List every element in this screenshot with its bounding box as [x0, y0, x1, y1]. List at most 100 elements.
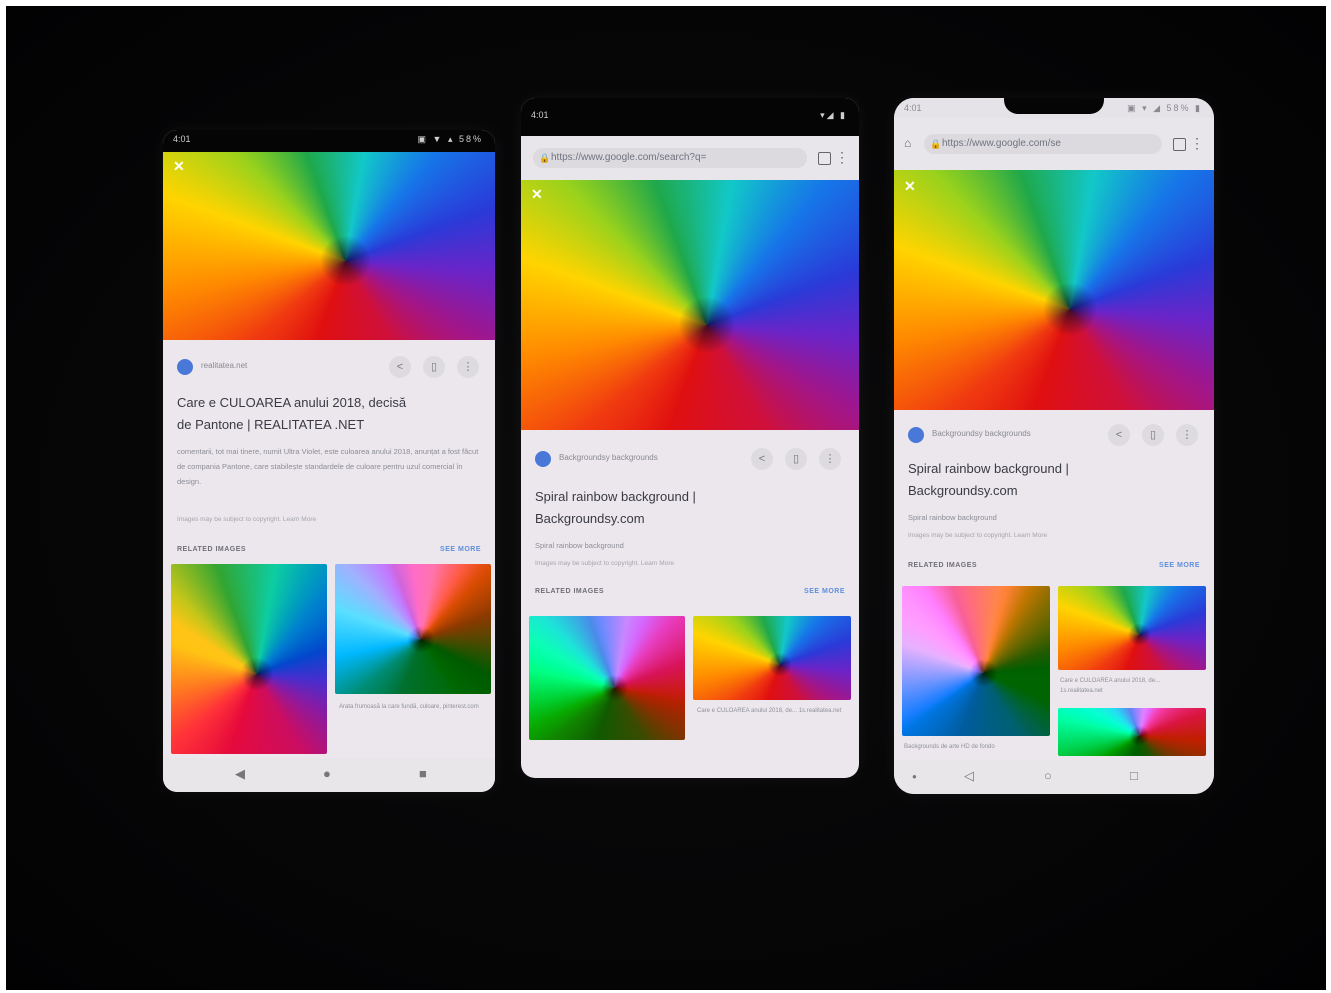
- status-bar: 4:01 ▣ ▼ ▴ 58%: [163, 130, 495, 152]
- source-logo-icon: [908, 427, 924, 443]
- bookmark-icon[interactable]: ▯: [1142, 424, 1164, 446]
- related-thumb-1[interactable]: [171, 564, 327, 754]
- result-title[interactable]: Care e CULOAREA anului 2018, decisă de P…: [177, 392, 483, 436]
- status-time: 4:01: [173, 134, 191, 144]
- bookmark-icon[interactable]: ▯: [423, 356, 445, 378]
- result-description: comentarii, tot mai tinere, numit Ultra …: [177, 447, 479, 486]
- source-name: Backgroundsy backgrounds: [932, 429, 1031, 438]
- close-icon[interactable]: ✕: [904, 178, 916, 195]
- browser-menu-icon[interactable]: ⋮: [1190, 135, 1204, 152]
- rainbow-spiral-image: [521, 180, 859, 430]
- url-text: https://www.google.com/search?q=: [551, 152, 707, 163]
- phone-right: 4:01 ▣ ▾ ◢ 58% ▮ ⌂ 🔒 https://www.google.…: [894, 98, 1214, 794]
- tabs-icon[interactable]: [818, 152, 831, 165]
- title-line-1: Care e CULOAREA anului 2018, decisă: [177, 395, 407, 410]
- more-options-icon[interactable]: ⋮: [1176, 424, 1198, 446]
- thumb-image: [902, 586, 1050, 736]
- title-line-1: Spiral rainbow background |: [908, 461, 1069, 476]
- share-icon[interactable]: <: [389, 356, 411, 378]
- image-info-card: Backgroundsy backgrounds < ▯ ⋮ Spiral ra…: [894, 410, 1214, 760]
- status-icons: ▣ ▾ ◢ 58% ▮: [1127, 103, 1202, 113]
- dark-photo-background: 4:01 ▣ ▼ ▴ 58% ✕ realitatea.net < ▯ ⋮ Ca…: [6, 6, 1326, 990]
- source-row: Backgroundsy backgrounds < ▯ ⋮: [908, 424, 1204, 446]
- related-thumb-2[interactable]: [1058, 586, 1206, 670]
- browser-url-bar: ⌂ 🔒 https://www.google.com/se ⋮: [894, 118, 1214, 171]
- result-title[interactable]: Spiral rainbow background | Backgroundsy…: [908, 458, 1202, 502]
- image-info-card: Backgroundsy backgrounds < ▯ ⋮ Spiral ra…: [521, 430, 859, 778]
- source-name: Backgroundsy backgrounds: [559, 453, 658, 462]
- lock-icon: 🔒: [539, 153, 551, 163]
- result-title[interactable]: Spiral rainbow background | Backgroundsy…: [535, 486, 847, 530]
- close-icon[interactable]: ✕: [173, 158, 185, 175]
- url-text: https://www.google.com/se: [942, 138, 1061, 149]
- url-field[interactable]: 🔒 https://www.google.com/search?q=: [533, 148, 807, 168]
- see-more-link[interactable]: SEE MORE: [440, 546, 481, 553]
- thumb-image: [1058, 708, 1206, 756]
- copyright-notice: Images may be subject to copyright. Lear…: [535, 560, 675, 567]
- see-more-link[interactable]: SEE MORE: [1159, 562, 1200, 569]
- thumb-caption: Care e CULOAREA anului 2018, de... 1s.re…: [1060, 678, 1161, 694]
- share-icon[interactable]: <: [1108, 424, 1130, 446]
- status-time: 4:01: [904, 103, 922, 113]
- title-line-2: Backgroundsy.com: [535, 511, 645, 526]
- title-line-2: Backgroundsy.com: [908, 483, 1018, 498]
- image-info-card: realitatea.net < ▯ ⋮ Care e CULOAREA anu…: [163, 340, 495, 758]
- more-options-icon[interactable]: ⋮: [819, 448, 841, 470]
- thumb-image: [1058, 586, 1206, 670]
- android-nav-bar: ● ◁ ○ □: [894, 760, 1214, 794]
- back-icon[interactable]: ◀: [235, 766, 245, 782]
- share-icon[interactable]: <: [751, 448, 773, 470]
- source-name: realitatea.net: [201, 361, 248, 370]
- android-nav-bar: ◀ ● ■: [163, 758, 495, 792]
- display-notch: [1004, 98, 1104, 114]
- browser-url-bar: 🔒 https://www.google.com/search?q= ⋮: [521, 136, 859, 181]
- related-images-label: RELATED IMAGES: [535, 588, 605, 595]
- hero-image[interactable]: ✕: [163, 152, 495, 340]
- copyright-notice: Images may be subject to copyright. Lear…: [908, 532, 1048, 539]
- lock-icon: 🔒: [930, 139, 942, 149]
- recents-icon[interactable]: ■: [419, 766, 427, 781]
- hero-image[interactable]: ✕: [521, 180, 859, 430]
- related-thumb-1[interactable]: [902, 586, 1050, 736]
- related-thumb-3[interactable]: [1058, 708, 1206, 756]
- see-more-link[interactable]: SEE MORE: [804, 588, 845, 595]
- rainbow-spiral-image: [894, 170, 1214, 410]
- status-bar: 4:01 ▣ ▾ ◢ 58% ▮: [894, 98, 1214, 118]
- result-subtitle: Spiral rainbow background: [535, 541, 624, 550]
- close-icon[interactable]: ✕: [531, 186, 543, 203]
- home-icon[interactable]: ●: [323, 766, 331, 781]
- related-images-label: RELATED IMAGES: [177, 546, 247, 553]
- tabs-icon[interactable]: [1173, 138, 1186, 151]
- hero-image[interactable]: ✕: [894, 170, 1214, 410]
- source-row: realitatea.net < ▯ ⋮: [177, 356, 485, 378]
- source-row: Backgroundsy backgrounds < ▯ ⋮: [535, 448, 849, 470]
- source-logo-icon: [177, 359, 193, 375]
- thumb-caption: Arata frumoasă la care fundă, culoare, p…: [339, 704, 479, 710]
- status-bar: 4:01 ▾◢ ▮: [521, 98, 859, 136]
- url-field[interactable]: 🔒 https://www.google.com/se: [924, 134, 1162, 154]
- status-icons: ▾◢ ▮: [820, 110, 847, 120]
- thumb-caption: Care e CULOAREA anului 2018, de... 1s.re…: [697, 708, 842, 714]
- thumb-image: [171, 564, 327, 754]
- browser-menu-icon[interactable]: ⋮: [835, 149, 849, 166]
- thumb-caption: Backgrounds de arte HD de fondo: [904, 744, 995, 750]
- related-thumb-1[interactable]: [529, 616, 685, 740]
- bookmark-icon[interactable]: ▯: [785, 448, 807, 470]
- source-logo-icon: [535, 451, 551, 467]
- related-thumb-2[interactable]: [693, 616, 851, 700]
- phone-left: 4:01 ▣ ▼ ▴ 58% ✕ realitatea.net < ▯ ⋮ Ca…: [163, 130, 495, 792]
- recents-icon[interactable]: □: [1130, 768, 1138, 783]
- back-icon[interactable]: ◁: [964, 768, 974, 784]
- related-thumb-2[interactable]: [335, 564, 491, 694]
- thumb-image: [529, 616, 685, 740]
- result-subtitle: Spiral rainbow background: [908, 513, 997, 522]
- thumb-image: [693, 616, 851, 700]
- browser-home-icon[interactable]: ⌂: [904, 136, 911, 150]
- dot-icon: ●: [912, 772, 917, 781]
- status-icons: ▣ ▼ ▴ 58%: [417, 134, 483, 144]
- home-icon[interactable]: ○: [1044, 768, 1052, 783]
- phone-middle: 4:01 ▾◢ ▮ 🔒 https://www.google.com/searc…: [521, 98, 859, 778]
- status-time: 4:01: [531, 110, 549, 120]
- more-options-icon[interactable]: ⋮: [457, 356, 479, 378]
- related-images-label: RELATED IMAGES: [908, 562, 978, 569]
